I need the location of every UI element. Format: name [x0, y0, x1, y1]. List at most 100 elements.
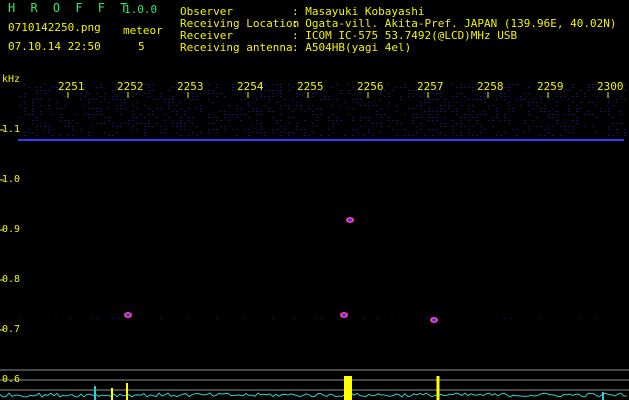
- noise-speck: [48, 126, 50, 127]
- noise-speck: [24, 135, 26, 136]
- noise-speck: [272, 90, 274, 91]
- noise-speck: [336, 84, 338, 85]
- noise-speck: [164, 132, 166, 133]
- noise-speck: [168, 117, 170, 118]
- noise-speck: [388, 93, 390, 94]
- noise-speck: [412, 114, 414, 115]
- noise-speck: [488, 120, 490, 121]
- noise-speck: [32, 111, 34, 112]
- noise-speck: [336, 117, 338, 118]
- noise-speck: [200, 111, 202, 112]
- noise-speck: [220, 120, 222, 121]
- noise-speck: [332, 123, 334, 124]
- noise-speck: [160, 96, 162, 97]
- noise-speck: [36, 117, 38, 118]
- noise-speck: [300, 129, 302, 130]
- noise-speck: [196, 126, 198, 127]
- noise-speck: [208, 90, 210, 91]
- noise-speck: [556, 123, 558, 124]
- noise-speck: [608, 126, 610, 127]
- y-tick-0-8: 0.8: [2, 274, 21, 285]
- noise-speck: [144, 123, 146, 124]
- noise-speck: [452, 132, 454, 133]
- noise-speck: [224, 96, 226, 97]
- noise-speck: [428, 129, 430, 130]
- noise-speck: [44, 129, 46, 130]
- noise-speck: [208, 99, 210, 100]
- noise-speck: [288, 117, 290, 118]
- noise-speck: [480, 132, 482, 133]
- noise-speck: [100, 102, 102, 103]
- noise-speck: [172, 123, 174, 124]
- noise-speck: [388, 84, 390, 85]
- noise-speck: [428, 117, 430, 118]
- noise-speck: [208, 117, 210, 118]
- noise-speck: [528, 87, 530, 88]
- noise-speck: [576, 117, 578, 118]
- noise-speck: [36, 93, 38, 94]
- noise-speck: [468, 99, 470, 100]
- noise-speck: [284, 126, 286, 127]
- noise-speck: [460, 117, 462, 118]
- noise-speck: [212, 93, 214, 94]
- noise-speck: [564, 126, 566, 127]
- noise-speck: [388, 105, 390, 106]
- noise-speck: [104, 123, 106, 124]
- noise-speck: [528, 111, 530, 112]
- noise-speck: [560, 135, 562, 136]
- noise-speck: [396, 120, 398, 121]
- noise-speck: [68, 135, 70, 136]
- noise-speck: [164, 120, 166, 121]
- noise-speck: [236, 117, 238, 118]
- noise-speck: [584, 96, 586, 97]
- noise-speck: [64, 105, 66, 106]
- noise-speck: [32, 123, 34, 124]
- noise-speck: [144, 84, 146, 85]
- noise-speck: [268, 108, 270, 109]
- noise-speck: [380, 99, 382, 100]
- noise-speck: [564, 114, 566, 115]
- noise-speck: [196, 99, 198, 100]
- noise-speck: [136, 108, 138, 109]
- noise-speck: [484, 111, 486, 112]
- noise-speck: [192, 117, 194, 118]
- noise-speck: [148, 126, 150, 127]
- noise-speck: [268, 102, 270, 103]
- noise-speck: [116, 126, 118, 127]
- noise-speck: [468, 120, 470, 121]
- noise-speck: [128, 123, 130, 124]
- noise-speck: [84, 114, 86, 115]
- noise-speck: [272, 117, 274, 118]
- noise-speck: [432, 93, 434, 94]
- noise-speck: [340, 120, 342, 121]
- noise-speck: [504, 120, 506, 121]
- noise-speck: [332, 132, 334, 133]
- noise-speck: [288, 105, 290, 106]
- noise-speck: [88, 108, 90, 109]
- noise-speck: [32, 102, 34, 103]
- noise-speck: [256, 99, 258, 100]
- noise-speck: [440, 126, 442, 127]
- noise-speck: [212, 102, 214, 103]
- noise-speck: [184, 129, 186, 130]
- noise-speck: [476, 114, 478, 115]
- app-version: 1.0.0: [124, 3, 158, 16]
- noise-speck: [314, 318, 316, 319]
- noise-speck: [332, 105, 334, 106]
- noise-speck: [136, 102, 138, 103]
- noise-speck: [32, 108, 34, 109]
- noise-speck: [180, 123, 182, 124]
- noise-speck: [248, 111, 250, 112]
- noise-speck: [480, 114, 482, 115]
- noise-speck: [436, 111, 438, 112]
- noise-speck: [532, 102, 534, 103]
- noise-speck: [244, 129, 246, 130]
- noise-speck: [460, 93, 462, 94]
- noise-speck: [244, 99, 246, 100]
- noise-speck: [356, 102, 358, 103]
- noise-speck: [360, 120, 362, 121]
- noise-speck: [468, 129, 470, 130]
- noise-speck: [55, 318, 57, 319]
- noise-speck: [596, 96, 598, 97]
- noise-speck: [540, 135, 542, 136]
